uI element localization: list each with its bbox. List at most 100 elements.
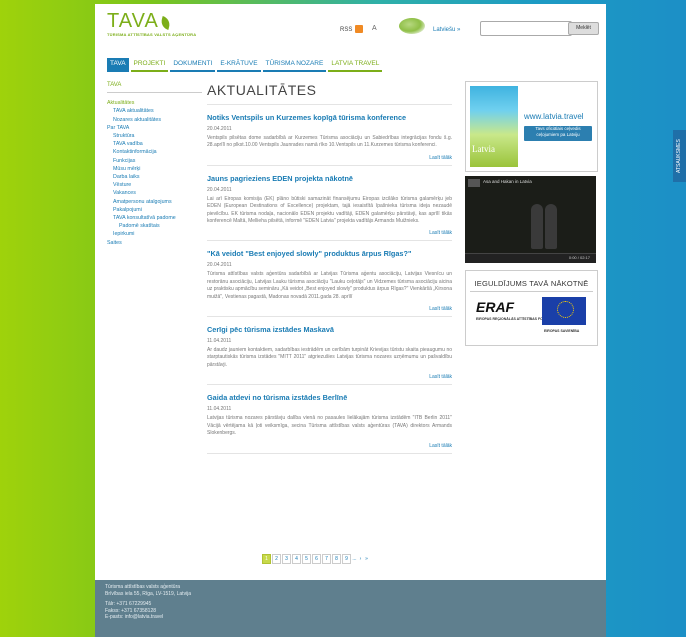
article-title[interactable]: Cerīgi pēc tūrisma izstādes Maskavā — [207, 325, 452, 334]
footer: Tūrisma attīstības valsts aģentūra Brīvī… — [95, 580, 606, 637]
footer-line: Tūrisma attīstības valsts aģentūra — [105, 584, 181, 590]
rss-link[interactable]: RSS — [340, 27, 352, 33]
sidebar-item-funkcijas[interactable]: Funkcijas — [107, 157, 202, 165]
sidebar-item-struktura[interactable]: Struktūra — [107, 132, 202, 140]
next-page-link[interactable]: › — [358, 555, 363, 563]
latvia-travel-url[interactable]: www.latvia.travel — [524, 112, 584, 121]
pagination: 1 2 3 4 5 6 7 8 9... ›» — [262, 554, 370, 564]
latvia-travel-banner[interactable]: Latvia www.latvia.travel Tavs oficiālais… — [465, 81, 598, 172]
logo-text: TAVA — [107, 10, 159, 32]
sidebar-item-saites[interactable]: Saites — [107, 239, 202, 247]
tab-latvia-travel[interactable]: LATVIA TRAVEL — [328, 58, 383, 72]
video-figure — [545, 204, 557, 249]
article-title[interactable]: "Kā veidot "Best enjoyed slowly" produkt… — [207, 249, 452, 258]
eu-stars-icon — [557, 301, 574, 318]
video-figure — [531, 204, 543, 249]
tab-turisma-nozare[interactable]: TŪRISMA NOZARE — [262, 58, 327, 72]
page-link[interactable]: 1 — [262, 554, 271, 564]
tab-tava[interactable]: TAVA — [107, 58, 129, 72]
language-link[interactable]: Latviešu » — [433, 27, 460, 33]
sidebar-heading: TAVA — [107, 81, 202, 94]
search-button[interactable]: Meklēt — [568, 22, 599, 35]
article-body: Lai arī Eiropas komisija (EK) plāno būti… — [207, 195, 452, 225]
read-more-link[interactable]: Lasīt tālāk — [207, 443, 452, 453]
feedback-tab[interactable]: ATSAUKSMES — [673, 130, 686, 182]
video-player[interactable]: Asa and Hakan in Latvia 0:00 / 02:17 — [465, 176, 596, 263]
sidebar-item-amatpersonu-atalgojums[interactable]: Amatpersonu atalgojums — [107, 198, 202, 206]
read-more-link[interactable]: Lasīt tālāk — [207, 155, 452, 165]
page-link[interactable]: 9 — [342, 554, 351, 564]
rss-icon[interactable] — [355, 25, 363, 33]
page-link[interactable]: 5 — [302, 554, 311, 564]
video-thumb-icon — [468, 179, 480, 187]
article-title[interactable]: Jauns pagrieziens EDEN projekta nākotnē — [207, 174, 452, 183]
article-date: 11.04.2011 — [207, 406, 232, 413]
eu-subtitle: EIROPAS SAVIENĪBA — [544, 329, 580, 333]
sidebar-item-nozares-aktualitates[interactable]: Nozares aktualitātes — [107, 116, 202, 124]
eraf-heading: IEGULDĪJUMS TAVĀ NĀKOTNĒ — [474, 279, 589, 288]
sidebar: TAVA Aktualitātes TAVA aktualitātes Noza… — [107, 81, 202, 247]
sidebar-item-par-tava[interactable]: Par TAVA — [107, 124, 202, 132]
latvia-banner-image — [470, 86, 518, 167]
leaf-icon — [159, 15, 172, 30]
main-content: AKTUALITĀTES Notiks Ventspils un Kurzeme… — [207, 82, 452, 454]
sidebar-item-tava-vadiba[interactable]: TAVA vadība — [107, 140, 202, 148]
page-link[interactable]: 2 — [272, 554, 281, 564]
article-date: 20.04.2011 — [207, 186, 232, 193]
article-title[interactable]: Notiks Ventspils un Kurzemes kopīgā tūri… — [207, 113, 452, 122]
logo-subtitle: TŪRISMA ATTĪSTĪBAS VALSTS AĢENTŪRA — [107, 32, 197, 37]
sidebar-item-tava-aktualitates[interactable]: TAVA aktualitātes — [107, 107, 202, 115]
news-article: Cerīgi pēc tūrisma izstādes Maskavā 11.0… — [207, 317, 452, 386]
news-article: Jauns pagrieziens EDEN projekta nākotnē … — [207, 166, 452, 242]
sidebar-item-iepirkumi[interactable]: Iepirkumi — [107, 230, 202, 238]
sidebar-item-vesture[interactable]: Vēsture — [107, 181, 202, 189]
tab-e-kratuve[interactable]: E-KRĀTUVE — [217, 58, 261, 72]
page-ellipsis: ... — [352, 556, 357, 562]
sidebar-item-aktualitates[interactable]: Aktualitātes — [107, 99, 202, 107]
read-more-link[interactable]: Lasīt tālāk — [207, 230, 452, 240]
page-link[interactable]: 4 — [292, 554, 301, 564]
article-date: 20.04.2011 — [207, 262, 232, 269]
search-input[interactable] — [480, 21, 572, 36]
read-more-link[interactable]: Lasīt tālāk — [207, 306, 452, 316]
page-link[interactable]: 8 — [332, 554, 341, 564]
tava-logo[interactable]: TAVA TŪRISMA ATTĪSTĪBAS VALSTS AĢENTŪRA — [107, 10, 196, 37]
page-link[interactable]: 3 — [282, 554, 291, 564]
main-nav: TAVA PROJEKTI DOKUMENTI E-KRĀTUVE TŪRISMA NO… — [107, 52, 384, 72]
latvia-travel-badge: Tavs oficiālais ceļvedis ceļojumiem pa L… — [524, 126, 592, 141]
footer-email[interactable]: E-pasts: info@latvia.travel — [95, 614, 606, 621]
article-title[interactable]: Gaida atdevi no tūrisma izstādes Berlīnē — [207, 393, 452, 402]
article-body: Tūrisma attīstības valsts aģentūra sadar… — [207, 271, 452, 300]
eraf-divider — [470, 291, 593, 292]
sidebar-item-kontaktinformacija[interactable]: Kontaktinformācija — [107, 148, 202, 156]
sidebar-item-musu-merki[interactable]: Mūsu mērķi — [107, 165, 202, 173]
news-article: Notiks Ventspils un Kurzemes kopīgā tūri… — [207, 105, 452, 166]
world-map-icon — [399, 18, 425, 34]
tab-dokumenti[interactable]: DOKUMENTI — [170, 58, 216, 72]
video-controls[interactable]: 0:00 / 02:17 — [465, 253, 596, 263]
sidebar-item-vakances[interactable]: Vakances — [107, 189, 202, 197]
page-link[interactable]: 6 — [312, 554, 321, 564]
video-time: 0:00 / 02:17 — [568, 255, 590, 260]
eraf-banner[interactable]: IEGULDĪJUMS TAVĀ NĀKOTNĒ ERAF EIROPAS RE… — [465, 270, 598, 346]
sidebar-item-darba-laiks[interactable]: Darba laiks — [107, 173, 202, 181]
news-article: "Kā veidot "Best enjoyed slowly" produkt… — [207, 241, 452, 318]
font-size-icon[interactable]: A — [372, 25, 377, 32]
read-more-link[interactable]: Lasīt tālāk — [207, 374, 452, 384]
sidebar-item-pakalpojumi[interactable]: Pakalpojumi — [107, 206, 202, 214]
article-date: 20.04.2011 — [207, 126, 232, 132]
eraf-subtitle: EIROPAS REĢIONĀLĀS ATTĪSTĪBAS FONDS — [476, 317, 551, 321]
last-page-link[interactable]: » — [364, 555, 369, 563]
tab-projekti[interactable]: PROJEKTI — [130, 58, 169, 72]
eraf-logo: ERAF — [476, 299, 515, 315]
article-body: Latvijas tūrisma nozares pārstāvju dalīb… — [207, 415, 452, 437]
article-body: Ar daudz jauniem kontaktiem, sadarbības … — [207, 347, 452, 368]
sidebar-item-konsultativa-padome[interactable]: TAVA konsultatīvā padome — [107, 214, 202, 222]
page-link[interactable]: 7 — [322, 554, 331, 564]
article-date: 11.04.2011 — [207, 338, 232, 345]
page-title: AKTUALITĀTES — [207, 82, 452, 105]
page-container: TAVA TŪRISMA ATTĪSTĪBAS VALSTS AĢENTŪRA … — [95, 4, 606, 580]
latvia-logo: Latvia — [472, 144, 495, 154]
sidebar-item-padome-skatitais[interactable]: Padomē skatītais — [107, 222, 202, 230]
video-title: Asa and Hakan in Latvia — [483, 179, 532, 184]
